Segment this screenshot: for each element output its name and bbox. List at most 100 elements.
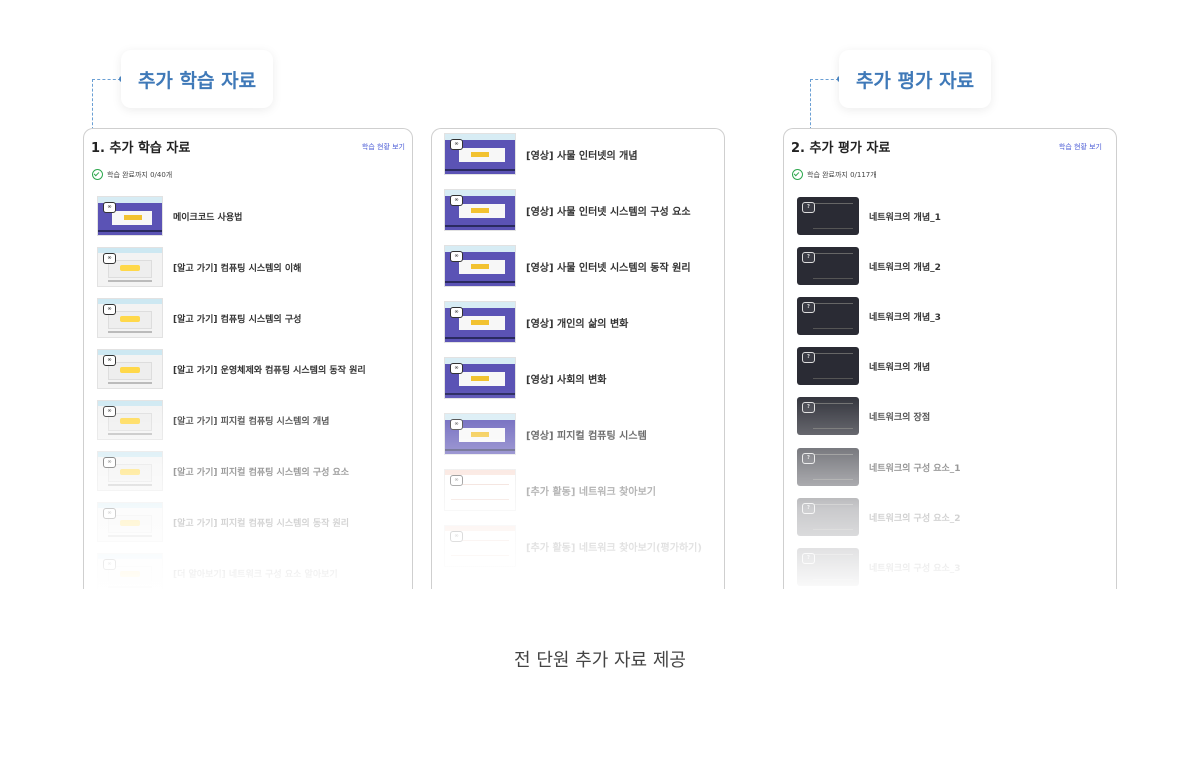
video-badge-icon: ∞	[103, 559, 116, 570]
list-item-label: 네트워크의 개념_3	[869, 312, 941, 323]
video-thumbnail: ∞	[444, 357, 516, 399]
list-item-label: [알고 가기] 운영체제와 컴퓨팅 시스템의 동작 원리	[173, 365, 366, 376]
quiz-thumbnail: ?	[797, 347, 859, 385]
progress-text: 학습 완료까지 0/117개	[807, 170, 877, 179]
list-item-label: [추가 활동] 네트워크 찾아보기	[526, 486, 656, 498]
video-badge-icon: ∞	[103, 457, 116, 468]
list-item-label: [알고 가기] 피지컬 컴퓨팅 시스템의 개념	[173, 416, 330, 427]
video-thumbnail: ∞	[444, 413, 516, 455]
video-badge-icon: ∞	[450, 139, 463, 150]
video-thumbnail: ∞	[97, 502, 163, 542]
list-item-label: 네트워크의 구성 요소_2	[869, 513, 961, 524]
list-item[interactable]: ? 네트워크의 개념_1	[797, 196, 941, 236]
list-item[interactable]: ? 네트워크의 구성 요소_2	[797, 497, 961, 537]
quiz-badge-icon: ?	[802, 352, 815, 363]
list-item[interactable]: ∞ [알고 가기] 피지컬 컴퓨팅 시스템의 구성 요소	[97, 451, 349, 491]
progress-status: 학습 완료까지 0/40개	[92, 169, 172, 180]
list-item-label: [영상] 사물 인터넷의 개념	[526, 150, 638, 162]
list-item-label: [영상] 사물 인터넷 시스템의 동작 원리	[526, 262, 691, 274]
list-item-label: [추가 활동] 네트워크 찾아보기(평가하기)	[526, 542, 702, 554]
list-item[interactable]: ? 네트워크의 개념_2	[797, 246, 941, 286]
list-item[interactable]: ? 네트워크의 구성 요소_1	[797, 447, 961, 487]
list-item[interactable]: ? 네트워크의 개념_3	[797, 296, 941, 336]
list-item[interactable]: ∞ [영상] 피지컬 컴퓨팅 시스템	[444, 413, 647, 455]
view-progress-link[interactable]: 학습 현황 보기	[362, 142, 405, 152]
list-item-label: 메이크코드 사용법	[173, 212, 243, 223]
list-item[interactable]: ? 네트워크의 개념	[797, 346, 930, 386]
video-badge-icon: ∞	[450, 307, 463, 318]
video-badge-icon: ∞	[450, 531, 463, 542]
tag-connector-right	[810, 76, 843, 130]
video-badge-icon: ∞	[450, 251, 463, 262]
video-thumbnail: ∞	[97, 298, 163, 338]
quiz-thumbnail: ?	[797, 448, 859, 486]
check-circle-icon	[792, 169, 803, 180]
caption: 전 단원 추가 자료 제공	[514, 650, 686, 671]
quiz-thumbnail: ?	[797, 247, 859, 285]
list-item-label: 네트워크의 구성 요소_3	[869, 563, 961, 574]
list-item[interactable]: ? 네트워크의 구성 요소_3	[797, 547, 961, 587]
list-item-label: [알고 가기] 피지컬 컴퓨팅 시스템의 동작 원리	[173, 518, 350, 529]
video-thumbnail: ∞	[97, 247, 163, 287]
quiz-badge-icon: ?	[802, 252, 815, 263]
video-badge-icon: ∞	[103, 304, 116, 315]
list-item[interactable]: ∞ [알고 가기] 운영체제와 컴퓨팅 시스템의 동작 원리	[97, 349, 366, 389]
video-thumbnail: ∞	[444, 133, 516, 175]
view-progress-link[interactable]: 학습 현황 보기	[1059, 142, 1102, 152]
video-thumbnail: ∞	[97, 553, 163, 589]
list-item-label: 네트워크의 개념	[869, 362, 931, 373]
video-thumbnail: ∞	[444, 245, 516, 287]
video-thumbnail: ∞	[97, 400, 163, 440]
check-circle-icon	[92, 169, 103, 180]
tag-additional-learning: 추가 학습 자료	[121, 50, 273, 108]
quiz-badge-icon: ?	[802, 402, 815, 413]
list-item-label: 네트워크의 개념_2	[869, 262, 941, 273]
list-item[interactable]: ∞ [추가 활동] 네트워크 찾아보기(평가하기)	[444, 525, 702, 567]
quiz-thumbnail: ?	[797, 498, 859, 536]
list-item[interactable]: ? 네트워크의 장점	[797, 396, 930, 436]
list-item[interactable]: ∞ [영상] 사물 인터넷의 개념	[444, 133, 638, 175]
video-thumbnail: ∞	[97, 451, 163, 491]
list-item[interactable]: ∞ [영상] 개인의 삶의 변화	[444, 301, 629, 343]
list-item[interactable]: ∞ [알고 가기] 피지컬 컴퓨팅 시스템의 개념	[97, 400, 329, 440]
progress-status: 학습 완료까지 0/117개	[792, 169, 877, 180]
quiz-thumbnail: ?	[797, 548, 859, 586]
video-badge-icon: ∞	[103, 355, 116, 366]
video-badge-icon: ∞	[450, 363, 463, 374]
list-item-label: 네트워크의 장점	[869, 412, 931, 423]
panel-video-list: ∞ [영상] 사물 인터넷의 개념 ∞ [영상] 사물 인터넷 시스템의 구성 …	[431, 128, 725, 589]
video-badge-icon: ∞	[103, 406, 116, 417]
list-item[interactable]: ∞ [더 알아보기] 네트워크 구성 요소 알아보기	[97, 553, 338, 589]
video-badge-icon: ∞	[103, 508, 116, 519]
panel-additional-assessment: 2. 추가 평가 자료 학습 현황 보기 학습 완료까지 0/117개 ? 네트…	[783, 128, 1117, 589]
list-item-label: [알고 가기] 컴퓨팅 시스템의 이해	[173, 263, 302, 274]
video-thumbnail: ∞	[97, 349, 163, 389]
progress-text: 학습 완료까지 0/40개	[107, 170, 173, 179]
list-item-label: [더 알아보기] 네트워크 구성 요소 알아보기	[173, 569, 338, 580]
list-item[interactable]: ∞ [알고 가기] 컴퓨팅 시스템의 구성	[97, 298, 301, 338]
video-thumbnail: ∞	[444, 301, 516, 343]
list-item-label: [영상] 개인의 삶의 변화	[526, 318, 629, 330]
video-badge-icon: ∞	[450, 475, 463, 486]
tag-connector-left	[92, 76, 125, 130]
list-item[interactable]: ∞ [추가 활동] 네트워크 찾아보기	[444, 469, 656, 511]
list-item[interactable]: ∞ [영상] 사물 인터넷 시스템의 구성 요소	[444, 189, 691, 231]
list-item-label: [알고 가기] 피지컬 컴퓨팅 시스템의 구성 요소	[173, 467, 350, 478]
list-item[interactable]: ∞ 메이크코드 사용법	[97, 196, 242, 236]
list-item-label: [영상] 피지컬 컴퓨팅 시스템	[526, 430, 647, 442]
video-thumbnail: ∞	[97, 196, 163, 236]
quiz-thumbnail: ?	[797, 397, 859, 435]
list-item-label: [영상] 사회의 변화	[526, 374, 607, 386]
quiz-badge-icon: ?	[802, 453, 815, 464]
quiz-thumbnail: ?	[797, 197, 859, 235]
list-item-label: [알고 가기] 컴퓨팅 시스템의 구성	[173, 314, 302, 325]
list-item[interactable]: ∞ [영상] 사물 인터넷 시스템의 동작 원리	[444, 245, 691, 287]
list-item-label: [영상] 사물 인터넷 시스템의 구성 요소	[526, 206, 691, 218]
list-item[interactable]: ∞ [알고 가기] 피지컬 컴퓨팅 시스템의 동작 원리	[97, 502, 349, 542]
quiz-badge-icon: ?	[802, 302, 815, 313]
panel-title: 2. 추가 평가 자료	[791, 141, 891, 156]
list-item[interactable]: ∞ [영상] 사회의 변화	[444, 357, 607, 399]
list-item-label: 네트워크의 개념_1	[869, 212, 941, 223]
list-item-label: 네트워크의 구성 요소_1	[869, 463, 961, 474]
list-item[interactable]: ∞ [알고 가기] 컴퓨팅 시스템의 이해	[97, 247, 301, 287]
